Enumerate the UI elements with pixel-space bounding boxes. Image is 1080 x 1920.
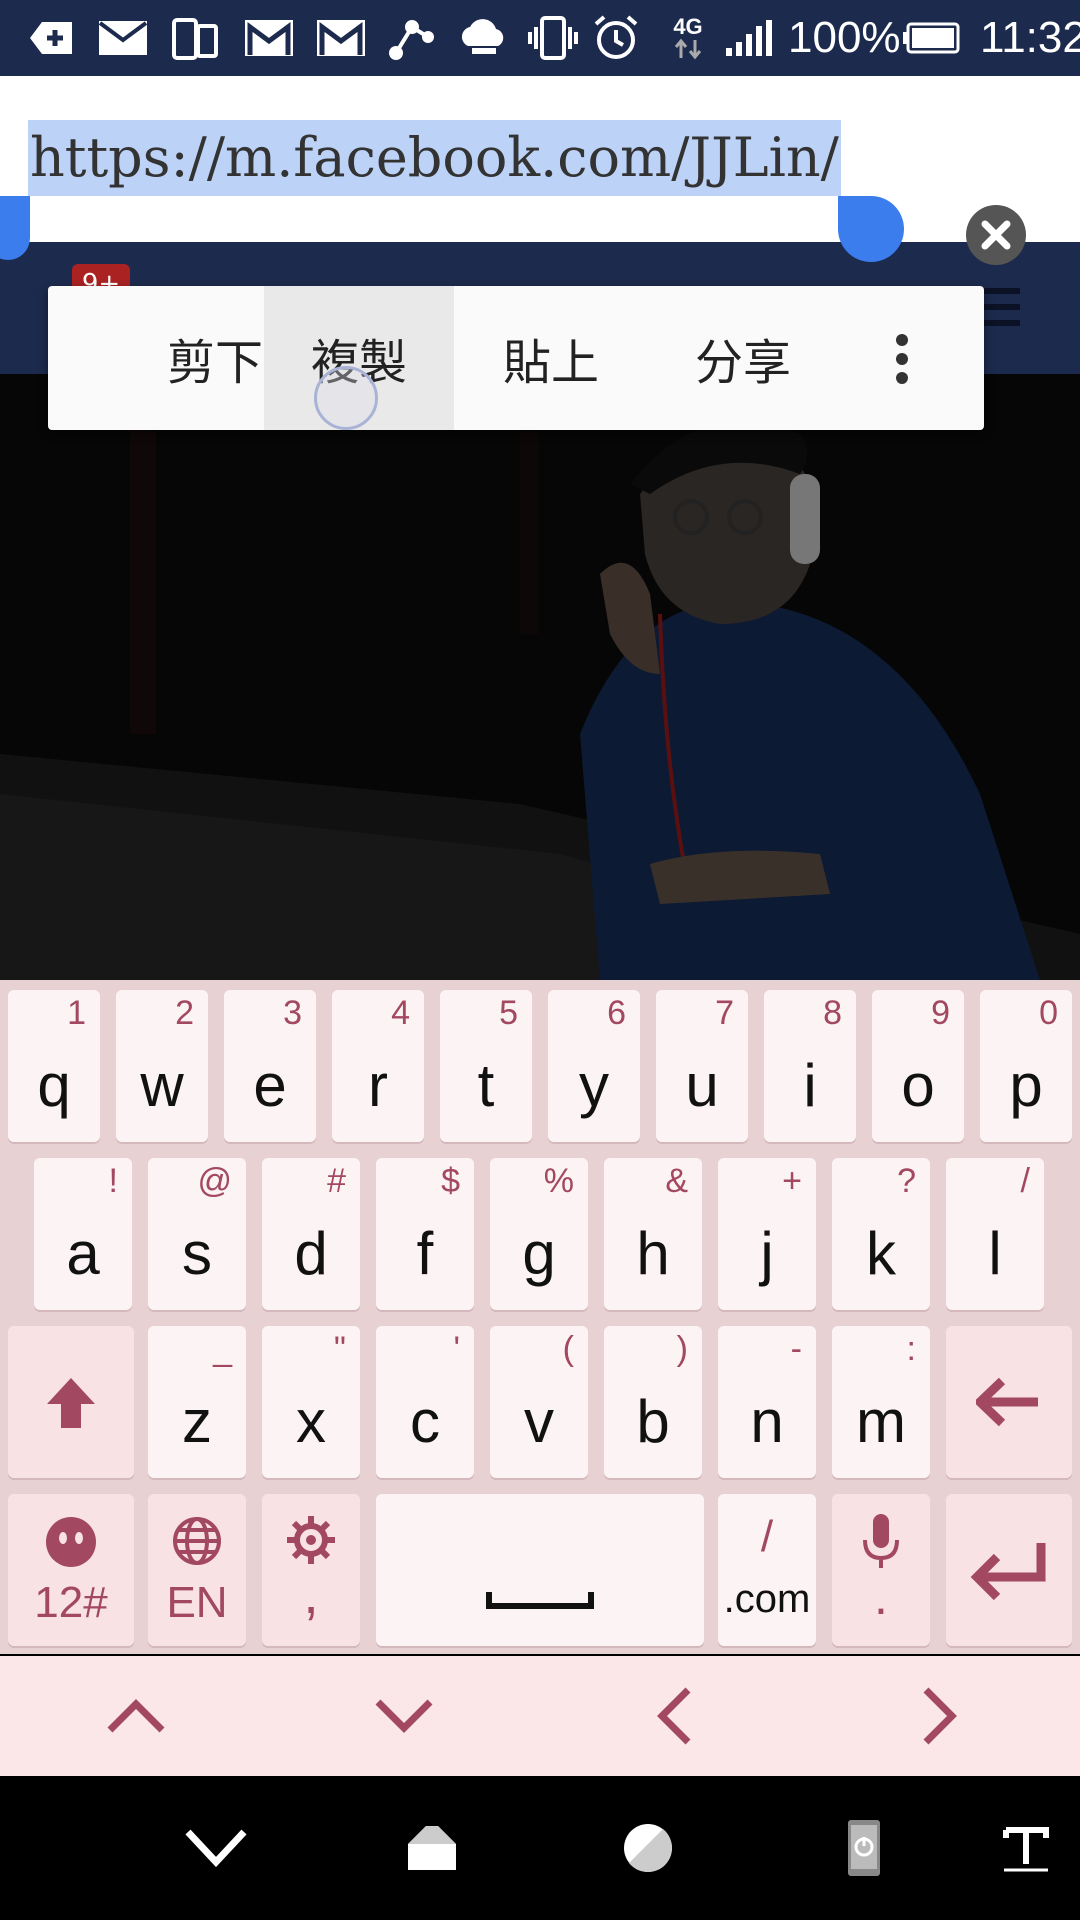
clock: 11:32 bbox=[980, 13, 1080, 62]
status-bar: 4G 100% 11:32 bbox=[0, 0, 1080, 76]
alarm-icon bbox=[592, 14, 640, 62]
signal-icon bbox=[724, 14, 774, 62]
chevron-down-icon bbox=[375, 1699, 433, 1733]
space-bar-icon bbox=[486, 1592, 594, 1609]
dual-screen-icon bbox=[172, 14, 218, 62]
shift-arrow-icon bbox=[47, 1378, 95, 1428]
key-q[interactable]: 1q bbox=[8, 990, 100, 1142]
key-z[interactable]: _ z bbox=[148, 1326, 246, 1478]
chevron-right-icon bbox=[923, 1687, 957, 1745]
recents-button[interactable] bbox=[598, 1800, 698, 1896]
key-n[interactable]: -n bbox=[718, 1326, 816, 1478]
phone-power-icon bbox=[848, 1820, 880, 1876]
cursor-up-key[interactable] bbox=[76, 1656, 196, 1776]
emoji-icon bbox=[46, 1517, 96, 1567]
microphone-icon bbox=[863, 1514, 899, 1568]
home-button[interactable] bbox=[382, 1800, 482, 1896]
system-nav-bar bbox=[0, 1776, 1080, 1920]
text-selection-menu: 剪下 複製 貼上 分享 bbox=[48, 286, 984, 430]
selection-handle-end[interactable] bbox=[838, 196, 904, 262]
key-h[interactable]: & h bbox=[604, 1158, 702, 1310]
key-e[interactable]: 3e bbox=[224, 990, 316, 1142]
key-x[interactable]: " x bbox=[262, 1326, 360, 1478]
url-bar: https://m.facebook.com/JJLin/ bbox=[0, 76, 1080, 265]
recents-icon bbox=[624, 1824, 672, 1872]
chevron-down-icon bbox=[185, 1829, 247, 1868]
enter-key[interactable] bbox=[946, 1494, 1072, 1646]
backspace-arrow-icon bbox=[976, 1377, 1038, 1427]
cursor-down-key[interactable] bbox=[344, 1656, 464, 1776]
key-g[interactable]: % g bbox=[490, 1158, 588, 1310]
key-l[interactable]: / l bbox=[946, 1158, 1044, 1310]
more-options-icon[interactable] bbox=[896, 334, 910, 384]
home-icon bbox=[408, 1826, 456, 1870]
selection-handle-start[interactable] bbox=[0, 196, 30, 260]
key-w[interactable]: 2w bbox=[116, 990, 208, 1142]
key-r[interactable]: 4r bbox=[332, 990, 424, 1142]
url-input[interactable]: https://m.facebook.com/JJLin/ bbox=[28, 120, 841, 196]
cover-photo bbox=[0, 374, 1080, 980]
key-u[interactable]: 7u bbox=[656, 990, 748, 1142]
gear-icon bbox=[287, 1516, 335, 1564]
key-j[interactable]: + j bbox=[718, 1158, 816, 1310]
key-o[interactable]: 9o bbox=[872, 990, 964, 1142]
globe-icon bbox=[173, 1517, 221, 1565]
hide-keyboard-button[interactable] bbox=[166, 1800, 266, 1896]
gmail-icon bbox=[244, 14, 294, 62]
key-c[interactable]: ' c bbox=[376, 1326, 474, 1478]
text-tool-button[interactable] bbox=[976, 1800, 1076, 1896]
vibrate-icon bbox=[528, 14, 578, 62]
data-4g-icon: 4G bbox=[668, 14, 708, 62]
share-menu-item[interactable]: 分享 bbox=[648, 286, 838, 430]
space-key[interactable] bbox=[376, 1494, 704, 1646]
key-a[interactable]: ! a bbox=[34, 1158, 132, 1310]
key-b[interactable]: ) b bbox=[604, 1326, 702, 1478]
key-v[interactable]: (v bbox=[490, 1326, 588, 1478]
mail-icon bbox=[98, 14, 148, 62]
gmail-icon bbox=[316, 14, 366, 62]
key-m[interactable]: :m bbox=[832, 1326, 930, 1478]
key-t[interactable]: 5t bbox=[440, 990, 532, 1142]
add-icon bbox=[28, 14, 74, 62]
share-icon bbox=[388, 14, 434, 62]
cursor-nav-row bbox=[0, 1656, 1080, 1776]
backspace-key[interactable] bbox=[946, 1326, 1072, 1478]
text-format-icon bbox=[1003, 1827, 1049, 1872]
key-i[interactable]: 8i bbox=[764, 990, 856, 1142]
dotcom-key[interactable]: / .com bbox=[718, 1494, 816, 1646]
enter-arrow-icon bbox=[970, 1543, 1046, 1601]
battery-percent: 100% bbox=[788, 13, 901, 62]
symbols-key[interactable]: 12# bbox=[8, 1494, 134, 1646]
cursor-right-key[interactable] bbox=[880, 1656, 1000, 1776]
key-d[interactable]: # d bbox=[262, 1158, 360, 1310]
touch-ripple bbox=[314, 366, 378, 430]
cloud-sync-icon bbox=[458, 14, 510, 62]
key-k[interactable]: ? k bbox=[832, 1158, 930, 1310]
power-lock-button[interactable] bbox=[814, 1800, 914, 1896]
shift-key[interactable] bbox=[8, 1326, 134, 1478]
language-key[interactable]: EN bbox=[148, 1494, 246, 1646]
close-icon bbox=[981, 220, 1011, 250]
key-s[interactable]: @ s bbox=[148, 1158, 246, 1310]
menu-icon[interactable] bbox=[982, 288, 1020, 334]
period-voice-key[interactable]: . bbox=[832, 1494, 930, 1646]
cursor-left-key[interactable] bbox=[614, 1656, 734, 1776]
key-p[interactable]: 0p bbox=[980, 990, 1072, 1142]
chevron-left-icon bbox=[657, 1687, 691, 1745]
clear-url-button[interactable] bbox=[966, 205, 1026, 265]
battery-icon bbox=[902, 14, 960, 62]
key-y[interactable]: 6y bbox=[548, 990, 640, 1142]
paste-menu-item[interactable]: 貼上 bbox=[456, 286, 646, 430]
key-f[interactable]: $ f bbox=[376, 1158, 474, 1310]
chevron-up-icon bbox=[107, 1699, 165, 1733]
comma-settings-key[interactable]: , bbox=[262, 1494, 360, 1646]
